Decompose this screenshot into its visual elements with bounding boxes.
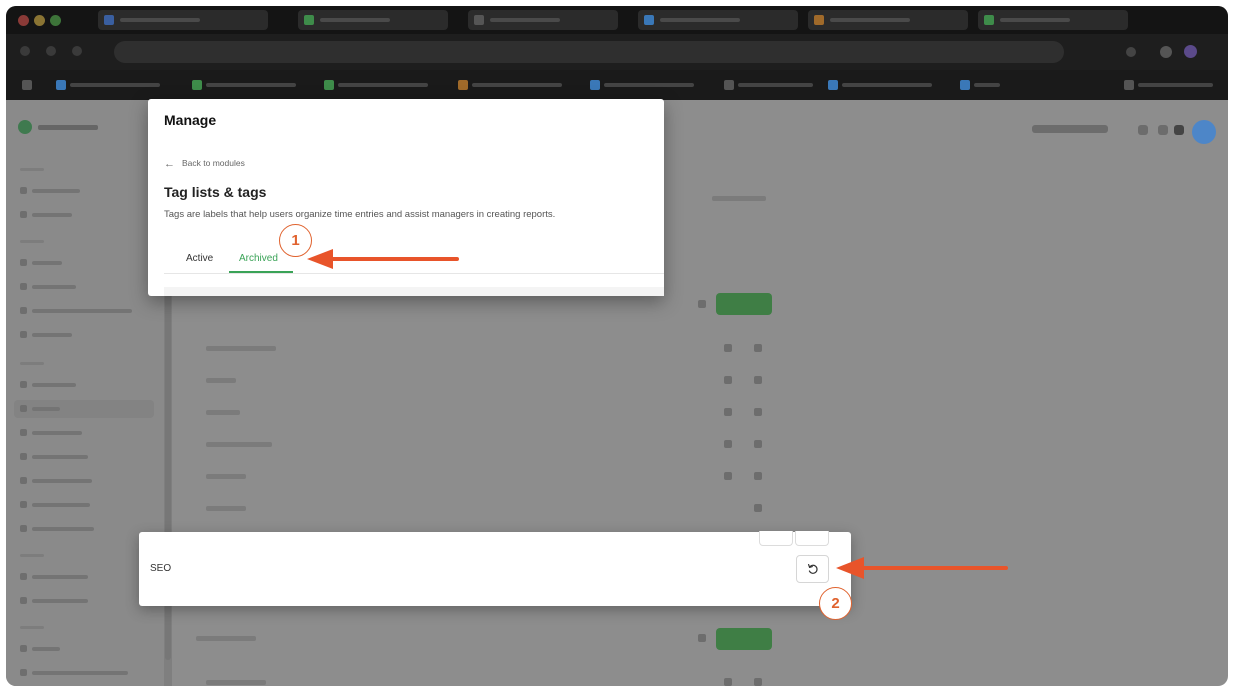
bookmark-item[interactable] [458, 79, 578, 91]
browser-tab[interactable] [808, 10, 968, 30]
sidebar-section-heading [20, 626, 44, 629]
tabs-divider [164, 273, 664, 274]
forward-nav-icon[interactable] [46, 46, 56, 56]
tag-list-row [196, 636, 256, 641]
profile-avatar-icon[interactable] [1184, 45, 1197, 58]
row-action-icon[interactable] [724, 408, 732, 416]
browser-toolbar [6, 34, 1228, 70]
row-expand-icon[interactable] [698, 300, 706, 308]
row-action-icon[interactable] [724, 344, 732, 352]
modal-title: Manage [164, 112, 217, 128]
tag-row [206, 410, 240, 415]
partial-button [795, 531, 829, 546]
reload-icon[interactable] [72, 46, 82, 56]
browser-tab[interactable] [638, 10, 798, 30]
annotation-arrow-1 [307, 249, 459, 269]
back-to-modules-link[interactable]: ← Back to modules [164, 158, 245, 170]
arrow-left-icon: ← [164, 158, 175, 170]
bookmark-item[interactable] [192, 79, 312, 91]
back-nav-icon[interactable] [20, 46, 30, 56]
tag-row [206, 378, 236, 383]
row-action-icon[interactable] [724, 472, 732, 480]
close-window-icon[interactable] [18, 15, 29, 26]
bookmark-item[interactable] [590, 79, 710, 91]
row-action-icon[interactable] [754, 408, 762, 416]
tab-archived[interactable]: Archived [239, 253, 278, 264]
annotation-arrow-2 [836, 557, 1008, 579]
bookmark-item[interactable] [56, 79, 176, 91]
row-action-icon[interactable] [754, 440, 762, 448]
browser-tab[interactable] [98, 10, 268, 30]
column-header [712, 196, 766, 201]
extension-icon[interactable] [1126, 47, 1136, 57]
annotation-badge-2: 2 [819, 587, 852, 620]
browser-tab[interactable] [298, 10, 448, 30]
app-logo-wordmark [38, 125, 98, 130]
browser-tab[interactable] [978, 10, 1128, 30]
sidebar-section-heading [20, 168, 44, 171]
modal-content-band [164, 287, 664, 296]
sidebar-section-heading [20, 362, 44, 365]
top-right-icon[interactable] [1138, 125, 1148, 135]
archived-tag-row: SEO [139, 531, 851, 606]
row-action-icon[interactable] [724, 376, 732, 384]
row-action-icon[interactable] [754, 504, 762, 512]
top-right-icon[interactable] [1158, 125, 1168, 135]
top-right-icon[interactable] [1174, 125, 1184, 135]
address-bar[interactable] [114, 41, 1064, 63]
row-action-icon[interactable] [754, 376, 762, 384]
sidebar-section-heading [20, 240, 44, 243]
tag-name: SEO [150, 563, 172, 574]
restore-button[interactable] [796, 555, 829, 583]
browser-tab-bar [6, 6, 1228, 34]
tag-row [206, 442, 272, 447]
bookmark-item[interactable] [1124, 79, 1224, 91]
top-right-control[interactable] [1032, 125, 1108, 133]
minimize-window-icon[interactable] [34, 15, 45, 26]
browser-tab[interactable] [468, 10, 618, 30]
app-logo-icon [18, 120, 32, 134]
add-tag-button[interactable] [716, 293, 772, 315]
tab-active[interactable]: Active [186, 253, 213, 264]
restore-icon [807, 564, 818, 574]
user-avatar[interactable] [1192, 120, 1216, 144]
maximize-window-icon[interactable] [50, 15, 61, 26]
bookmark-item[interactable] [960, 79, 1010, 91]
tag-row [206, 474, 246, 479]
profile-icon[interactable] [1160, 46, 1172, 58]
row-action-icon[interactable] [724, 440, 732, 448]
bookmark-item[interactable] [828, 79, 948, 91]
row-action-icon[interactable] [724, 678, 732, 686]
row-action-icon[interactable] [754, 678, 762, 686]
row-action-icon[interactable] [754, 344, 762, 352]
row-action-icon[interactable] [754, 472, 762, 480]
row-expand-icon[interactable] [698, 634, 706, 642]
tag-row [206, 680, 266, 685]
add-tag-button[interactable] [716, 628, 772, 650]
section-description: Tags are labels that help users organize… [164, 209, 556, 220]
tag-row [206, 506, 246, 511]
tag-row [206, 346, 276, 351]
sidebar-section-heading [20, 554, 44, 557]
bookmark-item[interactable] [324, 79, 444, 91]
bookmark-item[interactable] [724, 79, 824, 91]
section-title: Tag lists & tags [164, 184, 267, 200]
bookmarks-bar [6, 70, 1228, 100]
partial-button [759, 531, 793, 546]
back-link-label: Back to modules [182, 158, 245, 168]
